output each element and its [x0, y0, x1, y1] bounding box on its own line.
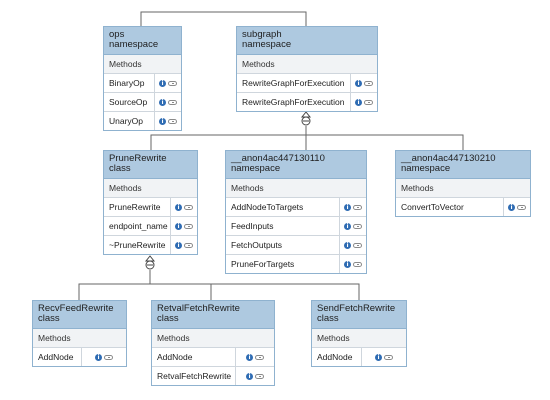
- info-icon[interactable]: i: [246, 372, 253, 380]
- info-icon[interactable]: i: [95, 353, 102, 361]
- prune-rewrite-class-node[interactable]: PruneRewrite class Methods PruneRewrite i…: [103, 150, 198, 255]
- link-icon[interactable]: [184, 223, 193, 229]
- method-name: ConvertToVector: [396, 198, 504, 216]
- method-row[interactable]: BinaryOp i: [104, 74, 181, 93]
- method-name: PruneForTargets: [226, 255, 340, 273]
- anon-130110-namespace-node[interactable]: __anon4ac447130110 namespace Methods Add…: [225, 150, 367, 274]
- info-icon[interactable]: i: [246, 353, 253, 361]
- info-icon[interactable]: i: [355, 79, 362, 87]
- link-icon[interactable]: [364, 99, 373, 105]
- node-title: subgraph namespace: [237, 27, 377, 55]
- methods-header: Methods: [226, 179, 366, 198]
- methods-header: Methods: [104, 55, 181, 74]
- link-icon[interactable]: [364, 80, 373, 86]
- method-row[interactable]: endpoint_name i: [104, 217, 197, 236]
- link-icon[interactable]: [255, 354, 264, 360]
- link-icon[interactable]: [255, 373, 264, 379]
- method-name: AddNode: [33, 348, 82, 366]
- retval-fetch-rewrite-class-node[interactable]: RetvalFetchRewrite class Methods AddNode…: [151, 300, 275, 386]
- method-name: BinaryOp: [104, 74, 155, 92]
- node-title: __anon4ac447130110 namespace: [226, 151, 366, 179]
- method-name: SourceOp: [104, 93, 155, 111]
- recv-feed-rewrite-class-node[interactable]: RecvFeedRewrite class Methods AddNode i: [32, 300, 127, 367]
- methods-header: Methods: [237, 55, 377, 74]
- method-name: FeedInputs: [226, 217, 340, 235]
- link-icon[interactable]: [104, 354, 113, 360]
- method-row[interactable]: RewriteGraphForExecution i: [237, 74, 377, 93]
- link-icon[interactable]: [184, 242, 193, 248]
- link-icon[interactable]: [168, 99, 177, 105]
- method-row[interactable]: UnaryOp i: [104, 112, 181, 130]
- info-icon[interactable]: i: [344, 260, 351, 268]
- anon-130210-namespace-node[interactable]: __anon4ac447130210 namespace Methods Con…: [395, 150, 531, 217]
- node-title: RecvFeedRewrite class: [33, 301, 126, 329]
- link-icon[interactable]: [168, 118, 177, 124]
- info-icon[interactable]: i: [344, 222, 351, 230]
- method-row[interactable]: AddNode i: [312, 348, 406, 366]
- node-title: SendFetchRewrite class: [312, 301, 406, 329]
- info-icon[interactable]: i: [175, 241, 182, 249]
- link-icon[interactable]: [184, 204, 193, 210]
- info-icon[interactable]: i: [355, 98, 362, 106]
- method-row[interactable]: PruneRewrite i: [104, 198, 197, 217]
- method-row[interactable]: AddNode i: [152, 348, 274, 367]
- method-name: RetvalFetchRewrite: [152, 367, 236, 385]
- methods-header: Methods: [104, 179, 197, 198]
- node-title: RetvalFetchRewrite class: [152, 301, 274, 329]
- method-name: AddNode: [312, 348, 362, 366]
- methods-header: Methods: [33, 329, 126, 348]
- method-row[interactable]: FeedInputs i: [226, 217, 366, 236]
- method-row[interactable]: ~PruneRewrite i: [104, 236, 197, 254]
- method-row[interactable]: AddNodeToTargets i: [226, 198, 366, 217]
- link-icon[interactable]: [353, 261, 362, 267]
- link-icon[interactable]: [384, 354, 393, 360]
- link-icon[interactable]: [353, 223, 362, 229]
- subgraph-namespace-node[interactable]: subgraph namespace Methods RewriteGraphF…: [236, 26, 378, 112]
- methods-header: Methods: [312, 329, 406, 348]
- info-icon[interactable]: i: [344, 241, 351, 249]
- method-name: RewriteGraphForExecution: [237, 93, 351, 111]
- method-row[interactable]: PruneForTargets i: [226, 255, 366, 273]
- method-name: RewriteGraphForExecution: [237, 74, 351, 92]
- link-icon[interactable]: [168, 80, 177, 86]
- ops-namespace-node[interactable]: ops namespace Methods BinaryOp i SourceOp…: [103, 26, 182, 131]
- info-icon[interactable]: i: [175, 203, 182, 211]
- info-icon[interactable]: i: [175, 222, 182, 230]
- info-icon[interactable]: i: [159, 117, 166, 125]
- method-name: UnaryOp: [104, 112, 155, 130]
- method-row[interactable]: ConvertToVector i: [396, 198, 530, 216]
- method-row[interactable]: SourceOp i: [104, 93, 181, 112]
- method-row[interactable]: AddNode i: [33, 348, 126, 366]
- node-title: ops namespace: [104, 27, 181, 55]
- method-row[interactable]: RetvalFetchRewrite i: [152, 367, 274, 385]
- node-title: PruneRewrite class: [104, 151, 197, 179]
- link-icon[interactable]: [517, 204, 526, 210]
- method-name: AddNode: [152, 348, 236, 366]
- method-name: PruneRewrite: [104, 198, 171, 216]
- info-icon[interactable]: i: [159, 98, 166, 106]
- info-icon[interactable]: i: [344, 203, 351, 211]
- method-name: ~PruneRewrite: [104, 236, 171, 254]
- method-name: AddNodeToTargets: [226, 198, 340, 216]
- send-fetch-rewrite-class-node[interactable]: SendFetchRewrite class Methods AddNode i: [311, 300, 407, 367]
- methods-header: Methods: [396, 179, 530, 198]
- info-icon[interactable]: i: [159, 79, 166, 87]
- methods-header: Methods: [152, 329, 274, 348]
- method-row[interactable]: RewriteGraphForExecution i: [237, 93, 377, 111]
- method-name: FetchOutputs: [226, 236, 340, 254]
- method-row[interactable]: FetchOutputs i: [226, 236, 366, 255]
- node-title: __anon4ac447130210 namespace: [396, 151, 530, 179]
- info-icon[interactable]: i: [508, 203, 515, 211]
- method-name: endpoint_name: [104, 217, 171, 235]
- info-icon[interactable]: i: [375, 353, 382, 361]
- link-icon[interactable]: [353, 242, 362, 248]
- link-icon[interactable]: [353, 204, 362, 210]
